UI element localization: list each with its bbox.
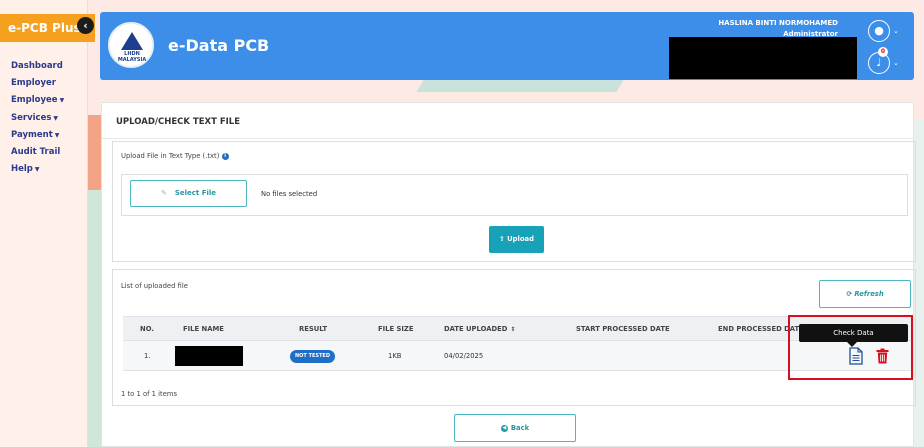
sidebar-item-audit-trail[interactable]: Audit Trail bbox=[11, 144, 64, 161]
column-header-no: NO. bbox=[140, 325, 154, 333]
upload-panel: Upload File in Text Type (.txt) i ✎ Selec… bbox=[112, 141, 916, 262]
user-icon[interactable]: ● bbox=[868, 20, 890, 42]
column-header-date-uploaded[interactable]: DATE UPLOADED ⇕ bbox=[444, 317, 515, 342]
sidebar-item-services[interactable]: Services ▼ bbox=[11, 110, 64, 127]
decor-strip bbox=[416, 80, 624, 92]
select-file-label: Select File bbox=[174, 189, 217, 197]
chevron-down-icon[interactable]: ⌄ bbox=[893, 27, 899, 35]
info-icon[interactable]: i bbox=[221, 152, 229, 160]
cell-no: 1. bbox=[144, 352, 151, 360]
no-files-text: No files selected bbox=[261, 190, 318, 198]
sidebar-item-label: Payment bbox=[11, 129, 53, 140]
sidebar-item-label: Dashboard bbox=[11, 61, 63, 71]
page-title: UPLOAD/CHECK TEXT FILE bbox=[116, 117, 241, 127]
chevron-down-icon[interactable]: ⌄ bbox=[893, 59, 899, 67]
divider bbox=[102, 138, 915, 139]
cell-date-uploaded: 04/02/2025 bbox=[444, 352, 484, 360]
sidebar-item-label: Services bbox=[11, 112, 52, 123]
sidebar-item-help[interactable]: Help ▼ bbox=[11, 161, 64, 178]
chevron-left-icon[interactable]: ‹ bbox=[77, 17, 94, 34]
logo-text: LHDN MALAYSIA bbox=[117, 51, 147, 63]
sort-icon[interactable]: ⇕ bbox=[510, 326, 515, 333]
status-badge: NOT TESTED bbox=[290, 350, 335, 363]
file-select-box: ✎ Select File No files selected bbox=[121, 174, 908, 216]
redacted-area bbox=[669, 37, 857, 79]
sidebar-item-label: Help bbox=[11, 164, 33, 175]
sidebar-item-employee[interactable]: Employee ▼ bbox=[11, 92, 64, 109]
cell-file-size: 1KB bbox=[388, 352, 402, 360]
caret-down-icon: ▼ bbox=[59, 97, 65, 105]
sidebar: Dashboard Employer Employee ▼ Services ▼ P… bbox=[0, 0, 88, 447]
lhdn-logo: LHDN MALAYSIA bbox=[108, 22, 154, 68]
refresh-button-label: Refresh bbox=[854, 290, 884, 298]
user-name: HASLINA BINTI NORMOHAMED bbox=[718, 19, 838, 27]
back-button[interactable]: ◀ Back bbox=[454, 414, 576, 442]
caret-down-icon: ▼ bbox=[53, 114, 59, 122]
app-title: e-Data PCB bbox=[168, 36, 270, 55]
column-header-file-size: FILE SIZE bbox=[378, 325, 414, 333]
redacted-file-name bbox=[175, 346, 243, 366]
sidebar-item-employer[interactable]: Employer bbox=[11, 75, 64, 92]
upload-icon: ⇧ bbox=[499, 235, 508, 243]
column-header-result: RESULT bbox=[299, 325, 328, 333]
sidebar-item-label: Employee bbox=[11, 95, 58, 106]
back-button-label: Back bbox=[510, 424, 530, 432]
column-header-file-name: FILE NAME bbox=[183, 325, 224, 333]
refresh-button[interactable]: ⟳ Refresh bbox=[819, 280, 911, 308]
caret-down-icon: ▼ bbox=[34, 166, 40, 174]
highlight-box bbox=[788, 315, 913, 380]
select-file-button[interactable]: ✎ Select File bbox=[130, 180, 247, 207]
upload-label-text: Upload File in Text Type (.txt) bbox=[121, 152, 220, 160]
file-list-label: List of uploaded file bbox=[121, 282, 188, 290]
upload-button[interactable]: ⇧ Upload bbox=[489, 226, 544, 253]
sidebar-item-payment[interactable]: Payment ▼ bbox=[11, 127, 64, 144]
caret-down-icon: ▼ bbox=[54, 131, 60, 139]
decor-green bbox=[88, 190, 102, 447]
pagination-info: 1 to 1 of 1 items bbox=[121, 390, 178, 398]
user-role: Administrator bbox=[783, 30, 838, 38]
sidebar-item-label: Employer bbox=[11, 78, 56, 89]
main-card: UPLOAD/CHECK TEXT FILE Upload File in Te… bbox=[101, 102, 916, 447]
paperclip-icon: ✎ bbox=[160, 189, 167, 197]
top-header: LHDN MALAYSIA e-Data PCB HASLINA BINTI N… bbox=[100, 12, 914, 80]
logo-emblem bbox=[121, 32, 143, 50]
sidebar-item-dashboard[interactable]: Dashboard bbox=[11, 58, 64, 75]
back-arrow-icon: ◀ bbox=[500, 424, 508, 432]
upload-button-label: Upload bbox=[507, 235, 534, 243]
notification-badge: 0 bbox=[878, 47, 888, 57]
decor-orange bbox=[88, 115, 102, 190]
upload-label: Upload File in Text Type (.txt) i bbox=[121, 152, 229, 160]
column-header-start-processed: START PROCESSED DATE bbox=[576, 325, 670, 333]
column-header-label: DATE UPLOADED bbox=[444, 325, 508, 333]
sidebar-item-label: Audit Trail bbox=[11, 146, 61, 157]
sidebar-nav: Dashboard Employer Employee ▼ Services ▼ P… bbox=[11, 58, 64, 178]
